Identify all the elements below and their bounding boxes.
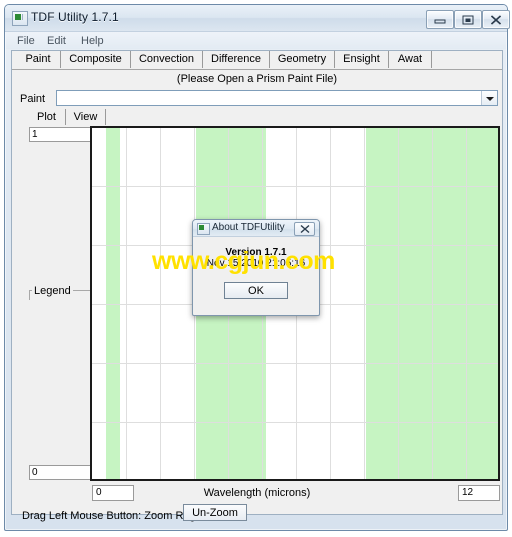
minimize-button[interactable] [426, 10, 454, 29]
close-icon [300, 224, 309, 234]
about-dialog-title-bar: About TDFUtility [193, 220, 319, 237]
about-build-date-text: Nov 15 2010 21:05:16 [206, 258, 306, 269]
x-axis-label: Wavelength (microns) [203, 487, 311, 499]
tab-convection[interactable]: Convection [131, 51, 203, 68]
about-dialog: About TDFUtility Version 1.7.1 Nov 15 20… [192, 219, 320, 316]
paint-label: Paint [20, 93, 46, 105]
tab-paint[interactable]: Paint [16, 51, 61, 68]
y-max-input[interactable]: 1 [29, 127, 91, 142]
chevron-down-icon[interactable] [481, 91, 497, 105]
menu-item-help[interactable]: Help [76, 34, 109, 48]
window-title: TDF Utility 1.7.1 [31, 10, 119, 24]
subtab-plot[interactable]: Plot [28, 109, 66, 125]
maximize-button[interactable] [454, 10, 482, 29]
grid-line-h [92, 422, 498, 423]
legend-label: Legend [32, 285, 73, 297]
subtab-view[interactable]: View [66, 109, 106, 125]
tab-awat[interactable]: Awat [389, 51, 432, 68]
open-file-hint: (Please Open a Prism Paint File) [176, 73, 338, 85]
menu-item-file[interactable]: File [12, 34, 40, 48]
title-bar: TDF Utility 1.7.1 [5, 5, 510, 32]
un-zoom-button[interactable]: Un-Zoom [183, 504, 247, 521]
about-version-text: Version 1.7.1 [225, 247, 287, 258]
menu-item-edit[interactable]: Edit [42, 34, 71, 48]
minimize-icon [434, 19, 446, 23]
app-icon [197, 223, 210, 235]
tab-ensight[interactable]: Ensight [335, 51, 389, 68]
ok-button[interactable]: OK [224, 282, 288, 299]
app-icon [12, 11, 28, 26]
close-icon [490, 14, 502, 25]
sub-tab-strip: Plot View [28, 109, 502, 126]
grid-line-h [92, 186, 498, 187]
tab-geometry[interactable]: Geometry [270, 51, 335, 68]
paint-combobox[interactable] [56, 90, 498, 106]
about-dialog-close-button[interactable] [294, 222, 315, 236]
tab-composite[interactable]: Composite [61, 51, 131, 68]
y-min-input[interactable]: 0 [29, 465, 91, 480]
close-button[interactable] [482, 10, 510, 29]
tab-strip: Paint Composite Convection Difference Ge… [12, 51, 502, 70]
maximize-icon [462, 15, 474, 24]
grid-line-h [92, 363, 498, 364]
tab-difference[interactable]: Difference [203, 51, 270, 68]
about-dialog-title: About TDFUtility [212, 222, 285, 233]
menu-bar: File Edit Help [6, 32, 506, 49]
x-max-input[interactable]: 12 [458, 485, 500, 501]
